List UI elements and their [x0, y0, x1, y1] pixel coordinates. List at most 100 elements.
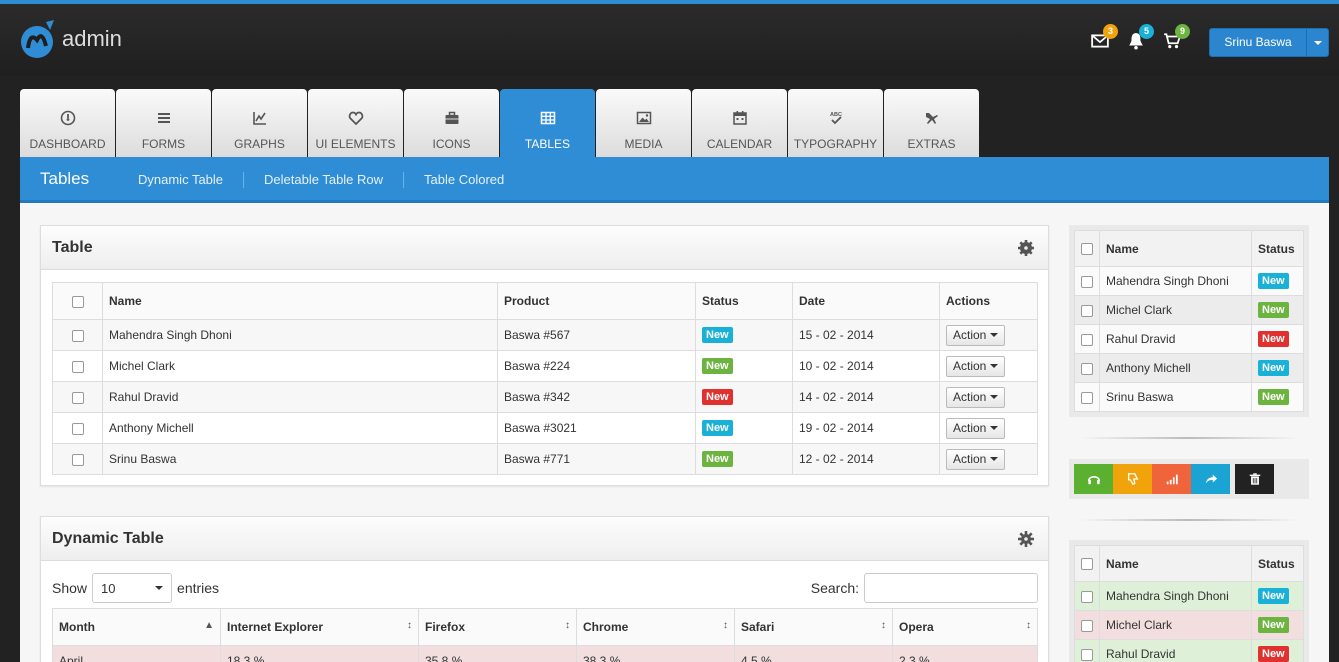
cell-name: Srinu Baswa: [1099, 382, 1252, 412]
row-checkbox[interactable]: [71, 391, 84, 404]
table-panel-title: Table: [52, 239, 93, 256]
nav-item-calendar[interactable]: CALENDAR: [692, 89, 787, 157]
user-menu-button[interactable]: Srinu Baswa: [1209, 28, 1329, 57]
spellcheck-icon: ABC: [830, 112, 841, 125]
dynamic-table: Month ▲ Internet Explorer ↕ Firefox ↕ Chrome ↕ S…: [52, 608, 1038, 662]
nav-item-dashboard[interactable]: DASHBOARD: [20, 89, 115, 157]
col-header-month[interactable]: Month ▲: [52, 608, 221, 646]
side-select-all-checkbox[interactable]: [1081, 243, 1093, 256]
row-checkbox[interactable]: [1081, 590, 1093, 603]
action-button-label: Action: [953, 359, 987, 373]
content-area: Table Name Product Status Date Actions M…: [20, 203, 1329, 662]
signal-icon: [1166, 474, 1178, 485]
cell-actions: Action: [939, 319, 1038, 351]
sort-icon[interactable]: ↕: [1026, 620, 1031, 631]
image-icon: [636, 111, 651, 125]
row-checkbox[interactable]: [71, 453, 84, 466]
row-checkbox[interactable]: [71, 360, 84, 373]
thumbs-down-button[interactable]: [1113, 464, 1152, 494]
table-icon: [540, 111, 555, 125]
sort-icon[interactable]: ↕: [881, 620, 886, 631]
cell-status: New: [1251, 266, 1304, 296]
nav-item-typography[interactable]: ABC TYPOGRAPHY: [788, 89, 883, 157]
cell-name: Anthony Michell: [102, 412, 498, 444]
nav-item-icons[interactable]: ICONS: [404, 89, 499, 157]
row-select-cell: [52, 443, 103, 475]
action-dropdown-button[interactable]: Action: [946, 386, 1006, 408]
search-input[interactable]: [864, 573, 1038, 603]
user-menu-caret-icon[interactable]: [1306, 29, 1328, 56]
nav-item-extras[interactable]: EXTRAS: [884, 89, 979, 157]
col-header-label: Safari: [741, 620, 775, 634]
status-badge: New: [702, 451, 733, 467]
cell-date: 15 - 02 - 2014: [792, 319, 940, 351]
sort-icon[interactable]: ↕: [565, 620, 570, 631]
select-all-checkbox[interactable]: [71, 295, 84, 308]
table-row: Michel Clark New: [1074, 295, 1304, 325]
entries-label: entries: [177, 580, 220, 596]
action-dropdown-button[interactable]: Action: [946, 417, 1006, 439]
cart-notification[interactable]: 9: [1160, 24, 1190, 56]
action-dropdown-button[interactable]: Action: [946, 448, 1006, 470]
colored-table-box: Name Status Mahendra Singh Dhoni New Miche…: [1069, 540, 1309, 662]
gear-icon[interactable]: [1018, 531, 1034, 547]
row-checkbox[interactable]: [1081, 275, 1093, 288]
messages-notification[interactable]: 3: [1088, 24, 1118, 56]
row-checkbox[interactable]: [71, 329, 84, 342]
row-select-cell: [52, 381, 103, 413]
action-button-label: Action: [953, 390, 987, 404]
table-cell: 2.3 %: [892, 645, 1038, 662]
nav-item-graphs[interactable]: GRAPHS: [212, 89, 307, 157]
dynamic-table-panel-header: Dynamic Table: [41, 517, 1048, 561]
alerts-notification[interactable]: 5: [1124, 24, 1154, 56]
col-header-firefox[interactable]: Firefox ↕: [418, 608, 577, 646]
col-header-label: Firefox: [425, 620, 466, 634]
entries-value: 10: [101, 580, 116, 596]
cell-product: Baswa #342: [497, 381, 696, 413]
row-checkbox[interactable]: [71, 422, 84, 435]
cell-actions: Action: [939, 443, 1038, 475]
chevron-down-icon: [990, 333, 999, 337]
messages-count-badge: 3: [1103, 24, 1118, 39]
trash-button[interactable]: [1235, 464, 1274, 494]
nav-item-tables[interactable]: TABLES: [500, 89, 595, 157]
nav-item-forms[interactable]: FORMS: [116, 89, 211, 157]
cell-status: New: [1251, 581, 1304, 611]
cell-date: 19 - 02 - 2014: [792, 412, 940, 444]
gear-icon[interactable]: [1018, 240, 1034, 256]
side-col-header-status: Status: [1251, 230, 1304, 267]
col-header-internet-explorer[interactable]: Internet Explorer ↕: [220, 608, 419, 646]
row-checkbox[interactable]: [1081, 619, 1093, 632]
action-dropdown-button[interactable]: Action: [946, 324, 1006, 346]
row-checkbox[interactable]: [1081, 333, 1093, 346]
row-checkbox[interactable]: [1081, 362, 1093, 375]
headphones-button[interactable]: [1074, 464, 1113, 494]
link-deletable-table-row[interactable]: Deletable Table Row: [244, 172, 405, 188]
sort-icon[interactable]: ↕: [407, 620, 412, 631]
row-checkbox[interactable]: [1081, 648, 1093, 661]
table-cell: 35.8 %: [418, 645, 577, 662]
share-button[interactable]: [1191, 464, 1230, 494]
col-header-chrome[interactable]: Chrome ↕: [576, 608, 735, 646]
nav-item-media[interactable]: MEDIA: [596, 89, 691, 157]
row-checkbox[interactable]: [1081, 391, 1093, 404]
table-row: Mahendra Singh Dhoni Baswa #567 New 15 - 02…: [52, 319, 1038, 351]
col-header-opera[interactable]: Opera ↕: [892, 608, 1038, 646]
signal-button[interactable]: [1152, 464, 1191, 494]
entries-select[interactable]: 10: [92, 573, 173, 603]
nav-item-ui-elements[interactable]: UI ELEMENTS: [308, 89, 403, 157]
col-header-safari[interactable]: Safari ↕: [734, 608, 893, 646]
brand-name[interactable]: admin: [62, 26, 122, 52]
sort-icon[interactable]: ▲: [204, 620, 214, 631]
action-dropdown-button[interactable]: Action: [946, 355, 1006, 377]
side-col-header-name: Name: [1099, 230, 1252, 267]
row-select-cell: [1074, 353, 1100, 383]
colored-select-all-checkbox[interactable]: [1081, 558, 1093, 571]
row-select-cell: [1074, 324, 1100, 354]
link-dynamic-table[interactable]: Dynamic Table: [118, 172, 245, 188]
link-table-colored[interactable]: Table Colored: [404, 172, 524, 188]
action-button-label: Action: [953, 452, 987, 466]
row-checkbox[interactable]: [1081, 304, 1093, 317]
sort-icon[interactable]: ↕: [723, 620, 728, 631]
cell-status: New: [1251, 295, 1304, 325]
